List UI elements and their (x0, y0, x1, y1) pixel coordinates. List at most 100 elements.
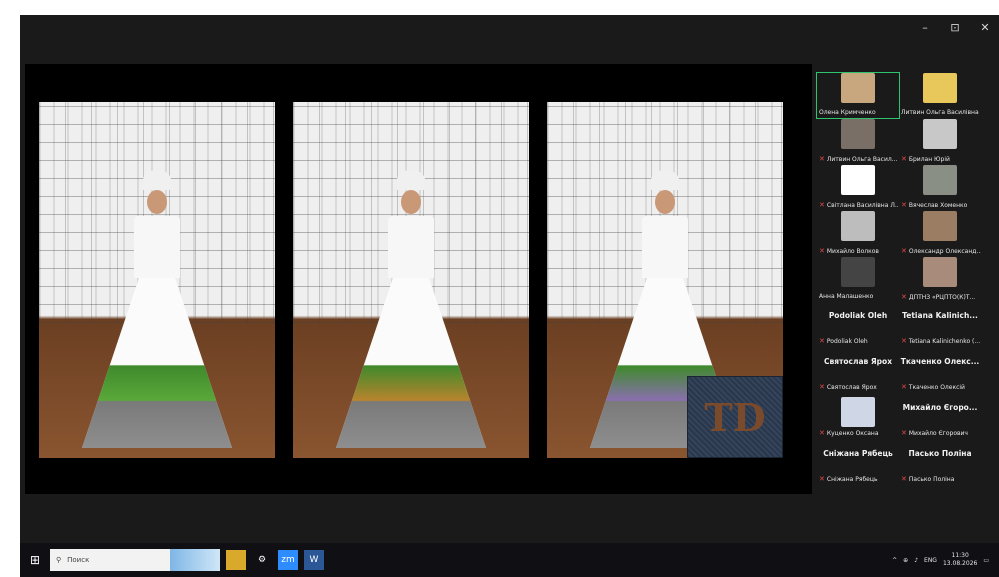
avatar (923, 257, 957, 287)
participant-name-label: Михайло Волков (826, 248, 879, 255)
windows-taskbar: ⊞ ⚲ Поиск ⚙ zm W ^ ⊕ ♪ ENG 11:30 13.08.2… (20, 543, 999, 577)
search-highlight-image (170, 549, 220, 571)
participant-display-name: Святослав Ярох (823, 357, 893, 366)
participant-tile[interactable]: ✕ Світлана Василівна Л... (817, 165, 899, 210)
participant-name: ✕ ДПТНЗ «РЦПТО(К)Т... (899, 292, 981, 302)
participant-tile[interactable]: Олена Кримченко (816, 72, 900, 119)
participant-name-label: Ткаченко Олексій (908, 384, 965, 391)
restore-button[interactable]: ⊡ (947, 21, 963, 34)
participant-name: Олена Кримченко (817, 108, 899, 118)
participant-name-label: Tetiana Kalinichenko (... (908, 338, 981, 345)
participant-name: ✕ Святослав Ярох (817, 382, 899, 392)
participant-tile[interactable]: Михайло Єгоро... ✕ Михайло Єгорович (899, 395, 981, 440)
participant-name: ✕ Литвин Ольга Васил... (817, 154, 899, 164)
participant-name: Анна Малашенко (817, 292, 899, 302)
minimize-button[interactable]: – (917, 21, 933, 34)
participant-name-label: Святослав Ярох (826, 384, 877, 391)
participant-tile[interactable]: Tetiana Kalinich... ✕ Tetiana Kalinichenko… (899, 303, 981, 348)
muted-mic-icon: ✕ (901, 247, 907, 255)
participant-video (817, 257, 899, 293)
participant-name-label: Брилан Юрій (908, 156, 950, 163)
muted-mic-icon: ✕ (901, 337, 907, 345)
zoom-app-icon[interactable]: zm (278, 550, 298, 570)
participant-video (899, 119, 981, 155)
participant-display-name: Пасько Поліна (908, 449, 972, 458)
window-controls: – ⊡ ✕ (917, 21, 993, 34)
file-explorer-icon[interactable] (226, 550, 246, 570)
shared-screen: TD (25, 64, 812, 494)
word-app-icon[interactable]: W (304, 550, 324, 570)
participant-name-label: Сніжана Рябець (826, 476, 878, 483)
participant-name: ✕ Tetiana Kalinichenko (... (899, 336, 981, 346)
participant-tile[interactable]: Анна Малашенко (817, 257, 899, 302)
participant-tile[interactable]: Podoliak Oleh ✕ Podoliak Oleh (817, 303, 899, 348)
participant-name-label: Світлана Василівна Л... (826, 202, 899, 209)
muted-mic-icon: ✕ (901, 383, 907, 391)
participant-tile[interactable]: ✕ Михайло Волков (817, 211, 899, 256)
network-icon[interactable]: ⊕ (903, 557, 908, 564)
participant-name: ✕ Світлана Василівна Л... (817, 200, 899, 210)
muted-mic-icon: ✕ (819, 475, 825, 483)
photo-panel-front (39, 102, 275, 458)
notifications-icon[interactable]: ▭ (983, 557, 989, 564)
participant-video (817, 119, 899, 155)
avatar (923, 211, 957, 241)
td-logo: TD (687, 376, 783, 458)
participant-name: ✕ Ткаченко Олексій (899, 382, 981, 392)
participant-name-label: Литвин Ольга Васил... (826, 156, 898, 163)
settings-icon[interactable]: ⚙ (252, 550, 272, 570)
search-icon: ⚲ (56, 556, 62, 564)
participant-name-label: Олександр Олександ... (908, 248, 981, 255)
avatar (841, 257, 875, 287)
participant-name-label: Литвин Ольга Василівна (901, 109, 979, 116)
clock[interactable]: 11:30 13.08.2026 (943, 552, 977, 568)
participant-display-name: Tetiana Kalinich... (902, 311, 978, 320)
participant-video (899, 257, 981, 293)
zoom-window: – ⊡ ✕ TD Олена Кримченко Литвин Ольга Ва… (20, 15, 999, 543)
participant-tile[interactable]: ✕ Литвин Ольга Васил... (817, 119, 899, 164)
participant-name: ✕ Михайло Волков (817, 246, 899, 256)
participant-tile[interactable]: ✕ ДПТНЗ «РЦПТО(К)Т... (899, 257, 981, 302)
participant-name: ✕ Podoliak Oleh (817, 336, 899, 346)
avatar (841, 211, 875, 241)
participant-name: ✕ Брилан Юрій (899, 154, 981, 164)
participant-tile[interactable]: Пасько Поліна ✕ Пасько Поліна (899, 441, 981, 486)
participant-video (817, 73, 899, 109)
language-indicator[interactable]: ENG (924, 557, 937, 564)
muted-mic-icon: ✕ (819, 383, 825, 391)
participant-tile[interactable]: Сніжана Рябець ✕ Сніжана Рябець (817, 441, 899, 486)
participant-name: ✕ Михайло Єгорович (899, 428, 981, 438)
participant-name: ✕ Пасько Поліна (899, 474, 981, 484)
search-placeholder: Поиск (67, 556, 90, 564)
muted-mic-icon: ✕ (901, 429, 907, 437)
participant-display-name: Сніжана Рябець (823, 449, 893, 458)
close-button[interactable]: ✕ (977, 21, 993, 34)
avatar (841, 119, 875, 149)
participant-tile[interactable]: ✕ Вячеслав Хоменко (899, 165, 981, 210)
participant-tile[interactable]: ✕ Куценко Оксана (817, 395, 899, 440)
participant-name-label: Пасько Поліна (908, 476, 955, 483)
participant-tile[interactable]: Ткаченко Олекс... ✕ Ткаченко Олексій (899, 349, 981, 394)
volume-icon[interactable]: ♪ (914, 557, 918, 564)
start-button[interactable]: ⊞ (20, 543, 50, 577)
participant-display-name: Ткаченко Олекс... (900, 357, 980, 366)
muted-mic-icon: ✕ (901, 201, 907, 209)
taskbar-search[interactable]: ⚲ Поиск (50, 549, 170, 571)
participant-name: ✕ Куценко Оксана (817, 428, 899, 438)
clock-time: 11:30 (951, 552, 969, 559)
participant-tile[interactable]: ✕ Олександр Олександ... (899, 211, 981, 256)
participant-name: Литвин Ольга Василівна (899, 108, 981, 118)
participant-name-label: Михайло Єгорович (908, 430, 968, 437)
chevron-up-icon[interactable]: ^ (892, 557, 897, 564)
participant-video (899, 73, 981, 109)
participant-video (899, 211, 981, 247)
participant-tile[interactable]: Литвин Ольга Василівна (899, 73, 981, 118)
participant-name: ✕ Олександр Олександ... (899, 246, 981, 256)
muted-mic-icon: ✕ (901, 475, 907, 483)
participant-name-label: Олена Кримченко (819, 109, 876, 116)
photo-panel-side (293, 102, 529, 458)
participant-tile[interactable]: Святослав Ярох ✕ Святослав Ярох (817, 349, 899, 394)
participant-tile[interactable]: ✕ Брилан Юрій (899, 119, 981, 164)
participant-name-label: Анна Малашенко (819, 293, 874, 300)
avatar (923, 73, 957, 103)
